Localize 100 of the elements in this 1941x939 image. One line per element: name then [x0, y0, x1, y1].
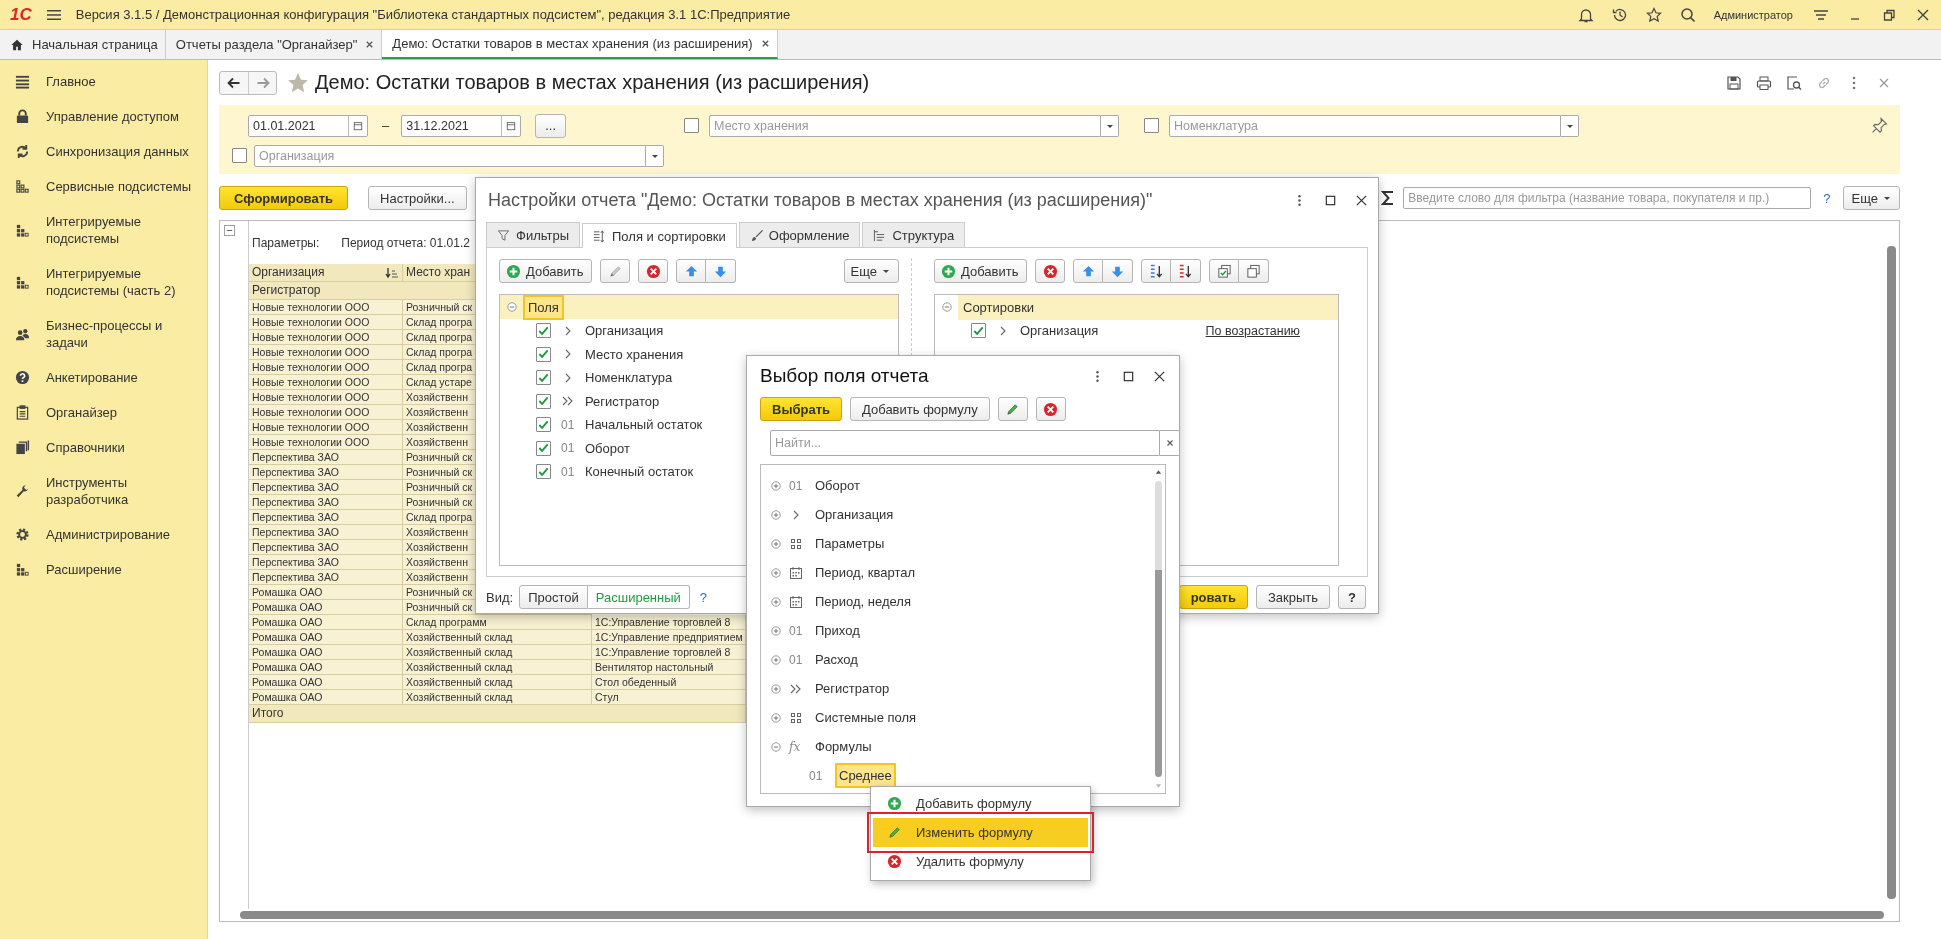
tab[interactable]: Фильтры — [486, 222, 580, 247]
field-item[interactable]: Приход — [815, 623, 860, 638]
tab[interactable]: Структура — [862, 222, 966, 247]
tab[interactable]: Демо: Остатки товаров в местах хранения (из расширения) — [382, 30, 778, 59]
sum-icon[interactable] — [1381, 190, 1396, 206]
sidebar-item[interactable]: Расширение — [0, 552, 207, 587]
tab[interactable]: Оформление — [738, 222, 861, 247]
dropdown-button[interactable] — [1561, 114, 1580, 137]
sidebar-item[interactable]: Интегрируемые подсистемы — [0, 204, 207, 256]
field-item[interactable]: Организация — [815, 507, 894, 522]
sidebar-item[interactable]: Интегрируемые подсистемы (часть 2) — [0, 256, 207, 308]
star-icon[interactable] — [1645, 6, 1662, 23]
tree-node[interactable]: Сортировки — [958, 294, 1338, 320]
field-item[interactable]: Оборот — [815, 478, 860, 493]
expand-icon[interactable] — [771, 654, 781, 665]
checkbox[interactable] — [536, 346, 551, 362]
tree-node[interactable]: Поля — [523, 294, 564, 320]
sidebar-item[interactable]: Анкетирование — [0, 360, 207, 395]
uncheck-all-button[interactable] — [1239, 259, 1270, 283]
pin-icon[interactable] — [1871, 117, 1888, 134]
nomenclature-field[interactable]: Номенклатура — [1169, 114, 1562, 137]
sort-descending-button[interactable] — [1171, 259, 1202, 283]
close-icon[interactable] — [760, 39, 770, 48]
finish-button[interactable]: ровать — [1178, 585, 1248, 609]
sidebar-item[interactable]: Администрирование — [0, 517, 207, 552]
move-down-button[interactable] — [706, 259, 737, 283]
close-icon[interactable] — [365, 40, 375, 49]
expand-icon[interactable] — [771, 480, 781, 491]
add-button[interactable]: Добавить — [934, 259, 1028, 283]
tab[interactable]: Поля и сортировки — [582, 223, 737, 248]
checkbox[interactable] — [1144, 118, 1160, 133]
date-field[interactable]: 31.12.2021 — [401, 114, 522, 137]
check-all-button[interactable] — [1209, 259, 1240, 283]
close-icon[interactable] — [1153, 369, 1166, 383]
delete-button[interactable] — [1035, 259, 1066, 283]
help-link[interactable]: ? — [699, 589, 708, 605]
checkbox[interactable] — [232, 148, 247, 163]
sidebar-item[interactable]: Инструменты разработчика — [0, 465, 207, 517]
sidebar-item[interactable]: Бизнес-процессы и задачи — [0, 308, 207, 360]
dropdown-button[interactable] — [1101, 114, 1120, 137]
bell-icon[interactable] — [1577, 6, 1594, 23]
print-icon[interactable] — [1756, 74, 1772, 91]
field-item[interactable]: Среднее — [835, 763, 896, 788]
field-item[interactable]: Расход — [815, 652, 858, 667]
user-name[interactable]: Администратор — [1713, 8, 1793, 21]
expand-icon[interactable] — [771, 509, 781, 520]
sort-ascending-button[interactable] — [1141, 259, 1172, 283]
search-icon[interactable] — [1679, 6, 1696, 23]
scroll-down-icon[interactable] — [1154, 783, 1162, 789]
column-header[interactable]: Организация — [249, 264, 403, 282]
expand-icon[interactable] — [771, 625, 781, 636]
search-field[interactable]: Введите слово для фильтра (название товара, покупателя и пр.) — [1403, 187, 1812, 209]
sidebar-item[interactable]: Сервисные подсистемы — [0, 169, 207, 204]
sort-item[interactable]: Организация — [1020, 323, 1099, 339]
checkbox[interactable] — [536, 464, 551, 480]
collapse-icon[interactable] — [224, 225, 235, 236]
menu-item[interactable]: Изменить формулу — [873, 818, 1088, 847]
help-button[interactable]: ? — [1338, 585, 1366, 609]
field-item[interactable]: Период, квартал — [815, 565, 916, 580]
more-button[interactable]: Еще — [843, 259, 899, 283]
more-button[interactable]: Еще — [1842, 186, 1900, 210]
field-item[interactable]: Системные поля — [815, 710, 917, 725]
organization-field[interactable]: Организация — [254, 144, 646, 167]
checkbox[interactable] — [536, 323, 551, 339]
storage-field[interactable]: Место хранения — [709, 114, 1102, 137]
checkbox[interactable] — [536, 440, 551, 456]
star-icon[interactable] — [287, 71, 309, 94]
date-field[interactable]: 01.01.2021 — [248, 114, 368, 137]
add-button[interactable]: Добавить — [499, 259, 593, 283]
sidebar-item[interactable]: Главное — [0, 64, 207, 99]
move-up-button[interactable] — [676, 259, 707, 283]
field-item[interactable]: Формулы — [815, 739, 872, 754]
move-up-button[interactable] — [1073, 259, 1104, 283]
field-item[interactable]: Период, неделя — [815, 594, 911, 609]
sidebar-item[interactable]: Справочники — [0, 430, 207, 465]
edit-button[interactable] — [600, 259, 631, 283]
tab[interactable]: Начальная страница — [0, 30, 166, 59]
field-item[interactable]: Регистратор — [815, 681, 890, 696]
move-down-button[interactable] — [1103, 259, 1134, 283]
expand-icon[interactable] — [771, 567, 781, 578]
checkbox[interactable] — [536, 417, 551, 433]
save-icon[interactable] — [1726, 74, 1742, 91]
checkbox[interactable] — [684, 118, 700, 133]
delete-button[interactable] — [1035, 397, 1066, 421]
generate-button[interactable]: Сформировать — [219, 186, 349, 210]
field-item[interactable]: Параметры — [815, 536, 885, 551]
sidebar-item[interactable]: Органайзер — [0, 395, 207, 430]
history-icon[interactable] — [1611, 6, 1628, 23]
settings-button[interactable]: Настройки... — [368, 186, 467, 210]
preview-icon[interactable] — [1786, 74, 1802, 91]
maximize-icon[interactable] — [1324, 193, 1337, 207]
close-button[interactable]: Закрыть — [1255, 585, 1331, 609]
view-toggle[interactable]: Расширенный — [587, 585, 690, 609]
view-toggle[interactable]: Простой — [519, 585, 588, 609]
expand-icon[interactable] — [771, 712, 781, 723]
expand-icon[interactable] — [771, 538, 781, 549]
scroll-up-icon[interactable] — [1154, 469, 1162, 475]
delete-button[interactable] — [638, 259, 669, 283]
checkbox[interactable] — [971, 323, 986, 339]
close-icon[interactable] — [1355, 193, 1368, 207]
